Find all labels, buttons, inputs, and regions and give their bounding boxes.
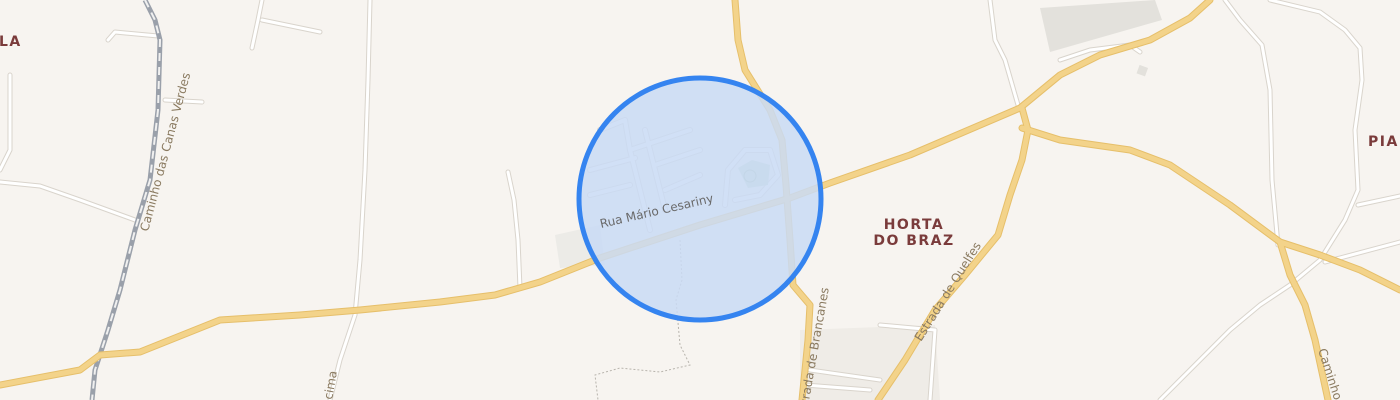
map-canvas[interactable]: Rua Mário Cesariny Caminho das Canas Ver… — [0, 0, 1400, 400]
place-label-la: LA — [0, 34, 22, 50]
place-label-horta-do-braz-line2: DO BRAZ — [873, 233, 954, 249]
place-label-horta-do-braz-line1: HORTA — [884, 217, 945, 233]
place-label-piar: PIAR — [1368, 134, 1400, 150]
